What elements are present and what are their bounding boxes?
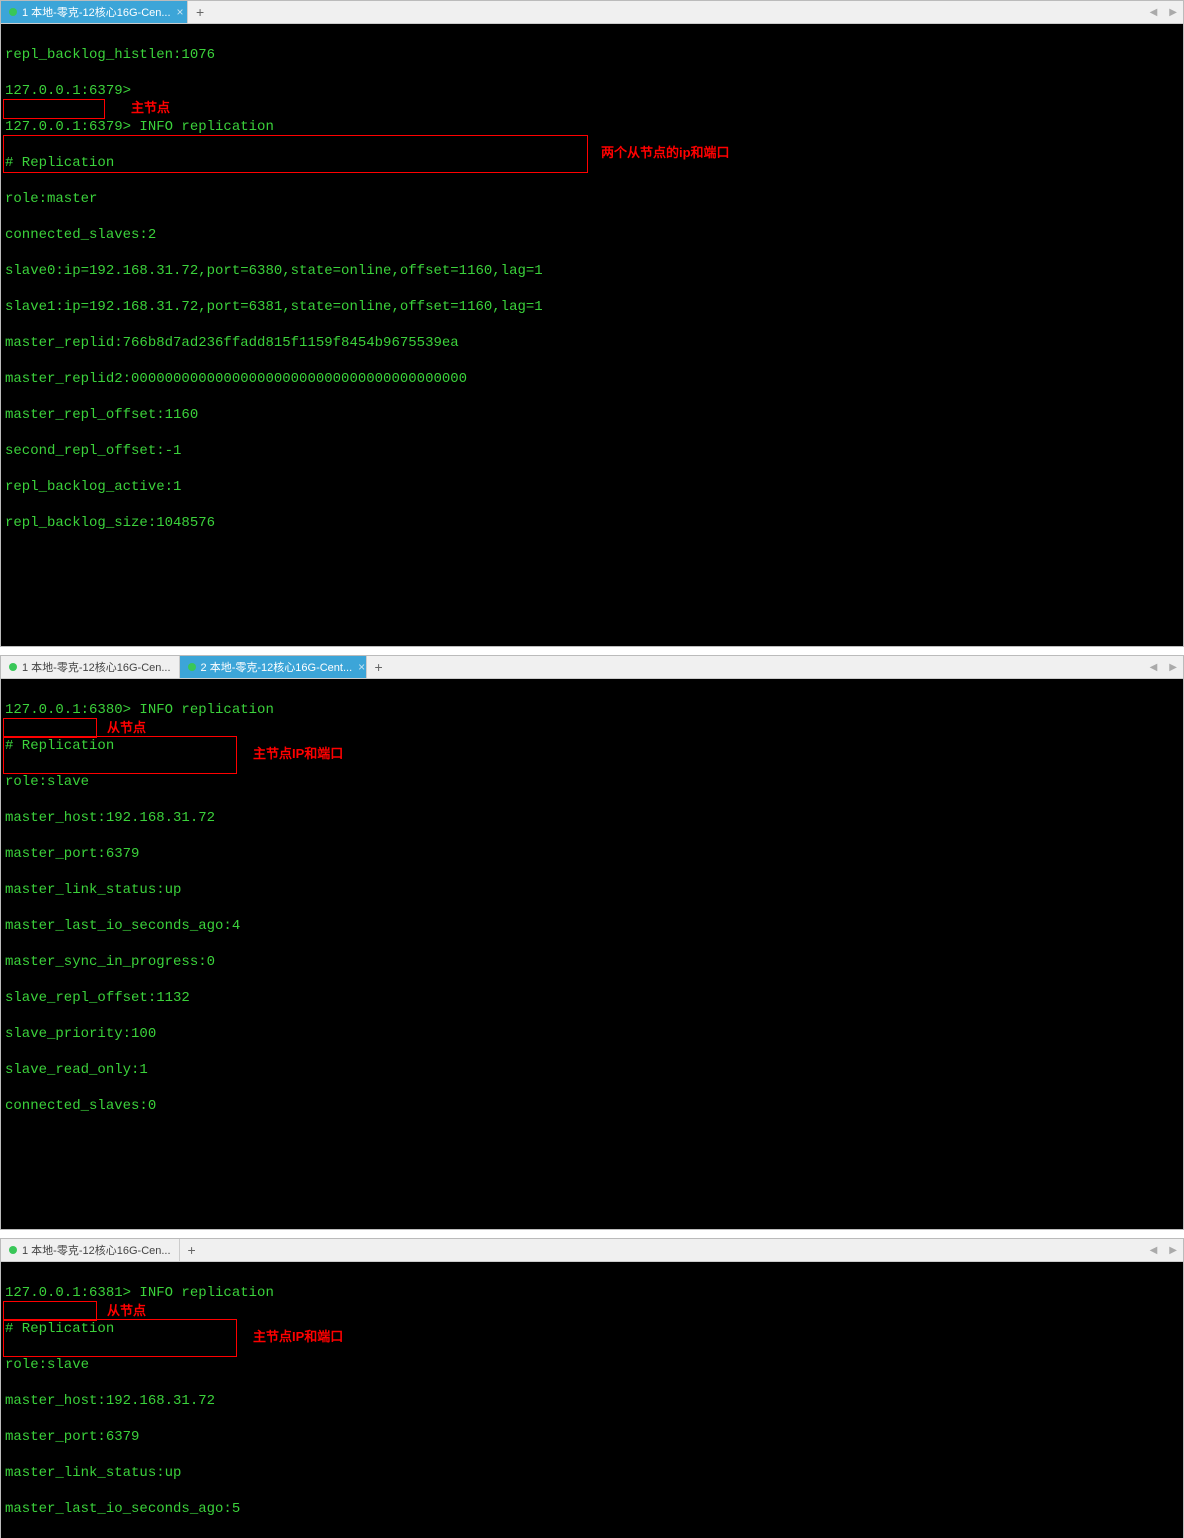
tab-bar: 1 本地-零克-12核心16G-Cen... × + ◀ ▶ — [1, 1, 1183, 24]
tab-label: 1 本地-零克-12核心16G-Cen... — [22, 1242, 171, 1258]
output-line: master_sync_in_progress:0 — [5, 953, 1179, 971]
output-line: 127.0.0.1:6381> INFO replication — [5, 1284, 1179, 1302]
output-line: slave_repl_offset:1132 — [5, 989, 1179, 1007]
output-line: connected_slaves:0 — [5, 1097, 1179, 1115]
add-tab-button[interactable]: + — [188, 4, 212, 20]
tab-label: 1 本地-零克-12核心16G-Cen... — [22, 659, 171, 675]
output-line: master_port:6379 — [5, 845, 1179, 863]
tab-bar: 1 本地-零克-12核心16G-Cen... + ◀ ▶ — [1, 1239, 1183, 1262]
output-line: # Replication — [5, 737, 1179, 755]
output-line: repl_backlog_size:1048576 — [5, 514, 1179, 532]
tab-nav: ◀ ▶ — [1144, 1245, 1183, 1256]
add-tab-button[interactable]: + — [180, 1242, 204, 1258]
output-line: 127.0.0.1:6380> INFO replication — [5, 701, 1179, 719]
nav-right-icon[interactable]: ▶ — [1163, 7, 1183, 18]
tab-2[interactable]: 2 本地-零克-12核心16G-Cent... × — [180, 656, 367, 678]
tab-1-inactive[interactable]: 1 本地-零克-12核心16G-Cen... — [1, 656, 180, 678]
output-line: # Replication — [5, 154, 1179, 172]
output-line: slave_read_only:1 — [5, 1061, 1179, 1079]
highlight-box-role — [3, 718, 97, 738]
close-icon[interactable]: × — [177, 5, 184, 19]
terminal-window-3: 1 本地-零克-12核心16G-Cen... + ◀ ▶ 127.0.0.1:6… — [0, 1238, 1184, 1538]
tab-nav: ◀ ▶ — [1144, 7, 1183, 18]
output-line: role:slave — [5, 1356, 1179, 1374]
output-line: repl_backlog_active:1 — [5, 478, 1179, 496]
output-line: # Replication — [5, 1320, 1179, 1338]
status-dot-icon — [188, 663, 196, 671]
highlight-box-role — [3, 99, 105, 119]
output-line: repl_backlog_histlen:1076 — [5, 46, 1179, 64]
output-line: master_replid:766b8d7ad236ffadd815f1159f… — [5, 334, 1179, 352]
tab-nav: ◀ ▶ — [1144, 662, 1183, 673]
nav-right-icon[interactable]: ▶ — [1163, 1245, 1183, 1256]
output-line: master_host:192.168.31.72 — [5, 1392, 1179, 1410]
output-line: slave1:ip=192.168.31.72,port=6381,state=… — [5, 298, 1179, 316]
output-line: master_host:192.168.31.72 — [5, 809, 1179, 827]
output-line: role:master — [5, 190, 1179, 208]
output-line: master_port:6379 — [5, 1428, 1179, 1446]
output-line: slave0:ip=192.168.31.72,port=6380,state=… — [5, 262, 1179, 280]
output-line: master_last_io_seconds_ago:5 — [5, 1500, 1179, 1518]
close-icon[interactable]: × — [358, 660, 365, 674]
nav-left-icon[interactable]: ◀ — [1144, 7, 1164, 18]
highlight-box-role — [3, 1301, 97, 1321]
terminal-window-1: 1 本地-零克-12核心16G-Cen... × + ◀ ▶ repl_back… — [0, 0, 1184, 647]
output-line: master_sync_in_progress:0 — [5, 1536, 1179, 1538]
tab-bar: 1 本地-零克-12核心16G-Cen... 2 本地-零克-12核心16G-C… — [1, 656, 1183, 679]
output-line: master_link_status:up — [5, 1464, 1179, 1482]
output-line: master_last_io_seconds_ago:4 — [5, 917, 1179, 935]
output-line: 127.0.0.1:6379> — [5, 82, 1179, 100]
output-line: master_replid2:0000000000000000000000000… — [5, 370, 1179, 388]
output-line: 127.0.0.1:6379> INFO replication — [5, 118, 1179, 136]
terminal-output[interactable]: repl_backlog_histlen:1076 127.0.0.1:6379… — [1, 24, 1183, 646]
annotation-slave-node: 从节点 — [107, 1302, 146, 1320]
nav-right-icon[interactable]: ▶ — [1163, 662, 1183, 673]
tab-1[interactable]: 1 本地-零克-12核心16G-Cen... × — [1, 1, 188, 23]
nav-left-icon[interactable]: ◀ — [1144, 662, 1164, 673]
tab-label: 1 本地-零克-12核心16G-Cen... — [22, 4, 171, 20]
status-dot-icon — [9, 1246, 17, 1254]
annotation-slave-node: 从节点 — [107, 719, 146, 737]
output-line: connected_slaves:2 — [5, 226, 1179, 244]
output-line: master_repl_offset:1160 — [5, 406, 1179, 424]
terminal-output[interactable]: 127.0.0.1:6380> INFO replication # Repli… — [1, 679, 1183, 1229]
tab-1-inactive[interactable]: 1 本地-零克-12核心16G-Cen... — [1, 1239, 180, 1261]
output-line: master_link_status:up — [5, 881, 1179, 899]
terminal-window-2: 1 本地-零克-12核心16G-Cen... 2 本地-零克-12核心16G-C… — [0, 655, 1184, 1230]
terminal-output[interactable]: 127.0.0.1:6381> INFO replication # Repli… — [1, 1262, 1183, 1538]
output-line: second_repl_offset:-1 — [5, 442, 1179, 460]
tab-label: 2 本地-零克-12核心16G-Cent... — [201, 659, 353, 675]
output-line: role:slave — [5, 773, 1179, 791]
status-dot-icon — [9, 8, 17, 16]
status-dot-icon — [9, 663, 17, 671]
add-tab-button[interactable]: + — [367, 659, 391, 675]
nav-left-icon[interactable]: ◀ — [1144, 1245, 1164, 1256]
output-line: slave_priority:100 — [5, 1025, 1179, 1043]
annotation-master: 主节点 — [131, 99, 170, 117]
